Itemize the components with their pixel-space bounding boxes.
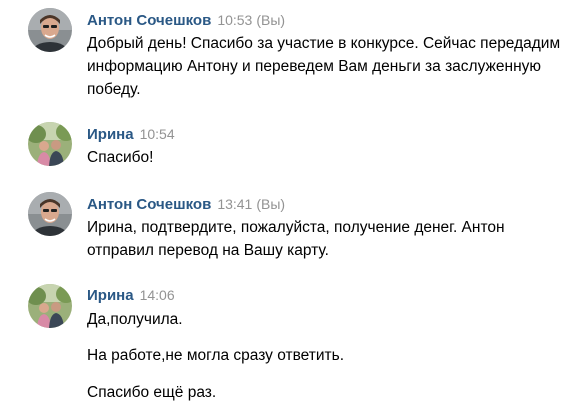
message-text: Спасибо ещё раз. [87, 384, 217, 401]
you-label: (Вы) [256, 196, 286, 212]
timestamp[interactable]: 10:54 [140, 126, 175, 142]
timestamp[interactable]: 14:06 [140, 287, 175, 303]
author-name[interactable]: Ирина [87, 126, 134, 143]
message-text: Добрый день! Спасибо за участие в конкур… [87, 35, 561, 98]
message-header: Ирина 10:54 [87, 124, 175, 144]
message-text: Спасибо! [87, 149, 154, 166]
you-label: (Вы) [256, 12, 286, 28]
message-header: Антон Сочешков 10:53 (Вы) [87, 10, 285, 30]
author-name[interactable]: Антон Сочешков [87, 12, 211, 29]
timestamp[interactable]: 10:53 [217, 12, 252, 28]
timestamp[interactable]: 13:41 [217, 196, 252, 212]
irina-avatar[interactable] [28, 284, 72, 328]
author-name[interactable]: Ирина [87, 287, 134, 304]
message-text: На работе,не могла сразу ответить. [87, 347, 345, 364]
anton-avatar[interactable] [28, 8, 72, 52]
irina-avatar[interactable] [28, 122, 72, 166]
message-header: Ирина 14:06 [87, 285, 175, 305]
anton-avatar[interactable] [28, 192, 72, 236]
message-text: Да,получила. [87, 311, 183, 328]
author-name[interactable]: Антон Сочешков [87, 196, 211, 213]
message-header: Антон Сочешков 13:41 (Вы) [87, 194, 285, 214]
message-text: Ирина, подтвердите, пожалуйста, получени… [87, 219, 505, 259]
